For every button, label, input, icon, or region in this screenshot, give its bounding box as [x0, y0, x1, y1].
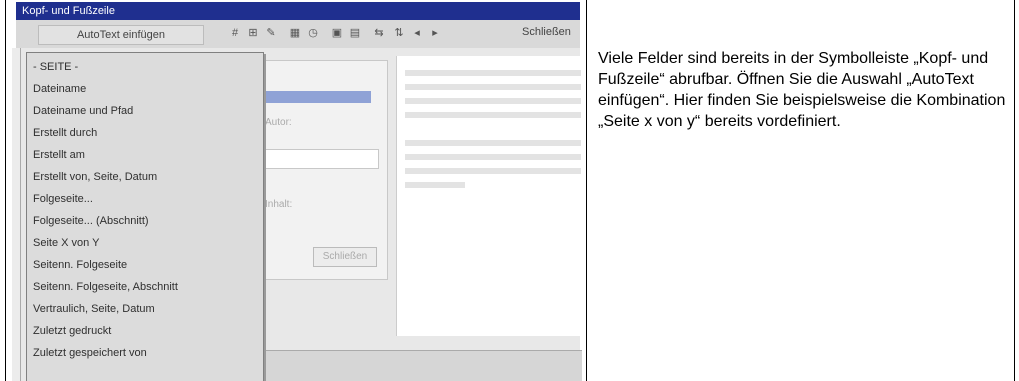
show-previous-icon[interactable]: ◂	[410, 26, 424, 40]
screenshot: Kopf- und Fußzeile AutoText einfügen # ⊞…	[12, 0, 584, 381]
menu-item[interactable]: Zuletzt gespeichert von	[33, 343, 147, 363]
same-as-previous-icon[interactable]: ⇆	[372, 26, 386, 40]
menu-item[interactable]: Seitenn. Folgeseite, Abschnitt	[33, 277, 178, 297]
dialog-label-2: Inhalt:	[265, 199, 293, 210]
page-setup-icon[interactable]: ▣	[330, 26, 344, 40]
menu-item[interactable]: Folgeseite...	[33, 189, 93, 209]
dialog-selection	[265, 91, 371, 103]
menu-item[interactable]: Zuletzt gedruckt	[33, 321, 111, 341]
show-hide-text-icon[interactable]: ▤	[348, 26, 362, 40]
dialog-close-button[interactable]: Schließen	[313, 247, 377, 267]
page-count-icon[interactable]: ⊞	[246, 26, 260, 40]
menu-item[interactable]: Dateiname	[33, 79, 86, 99]
switch-header-footer-icon[interactable]: ⇅	[392, 26, 406, 40]
toolbar-titlebar[interactable]: Kopf- und Fußzeile	[16, 2, 580, 20]
column-divider	[586, 0, 587, 381]
document-page	[396, 56, 581, 336]
dialog-label: Autor:	[265, 117, 292, 128]
dialog-field[interactable]	[265, 149, 379, 169]
date-icon[interactable]: ▦	[288, 26, 302, 40]
menu-item[interactable]: Seitenn. Folgeseite	[33, 255, 127, 275]
menu-item[interactable]: Seite X von Y	[33, 233, 99, 253]
ruler	[12, 48, 21, 381]
menu-item[interactable]: Erstellt durch	[33, 123, 97, 143]
time-icon[interactable]: ◷	[306, 26, 320, 40]
close-button[interactable]: Schließen	[522, 26, 571, 38]
menu-item[interactable]: Vertraulich, Seite, Datum	[33, 299, 155, 319]
status-bar	[252, 350, 582, 381]
description-text: Viele Felder sind bereits in der Symboll…	[598, 50, 1006, 130]
autotext-insert-button[interactable]: AutoText einfügen	[38, 25, 204, 45]
background-dialog: Autor: Inhalt: Schließen	[256, 60, 388, 280]
autotext-menu: - SEITE - Dateiname Dateiname und Pfad E…	[26, 52, 264, 381]
menu-item[interactable]: Erstellt von, Seite, Datum	[33, 167, 157, 187]
page-number-icon[interactable]: #	[228, 26, 242, 40]
menu-item[interactable]: - SEITE -	[33, 57, 78, 77]
menu-item[interactable]: Erstellt am	[33, 145, 85, 165]
format-page-number-icon[interactable]: ✎	[264, 26, 278, 40]
table-frame: Kopf- und Fußzeile AutoText einfügen # ⊞…	[5, 0, 1015, 381]
show-next-icon[interactable]: ▸	[428, 26, 442, 40]
menu-item[interactable]: Dateiname und Pfad	[33, 101, 133, 121]
menu-item[interactable]: Folgeseite... (Abschnitt)	[33, 211, 149, 231]
header-footer-toolbar: AutoText einfügen # ⊞ ✎ ▦ ◷ ▣ ▤ ⇆ ⇅ ◂ ▸ …	[16, 20, 580, 49]
